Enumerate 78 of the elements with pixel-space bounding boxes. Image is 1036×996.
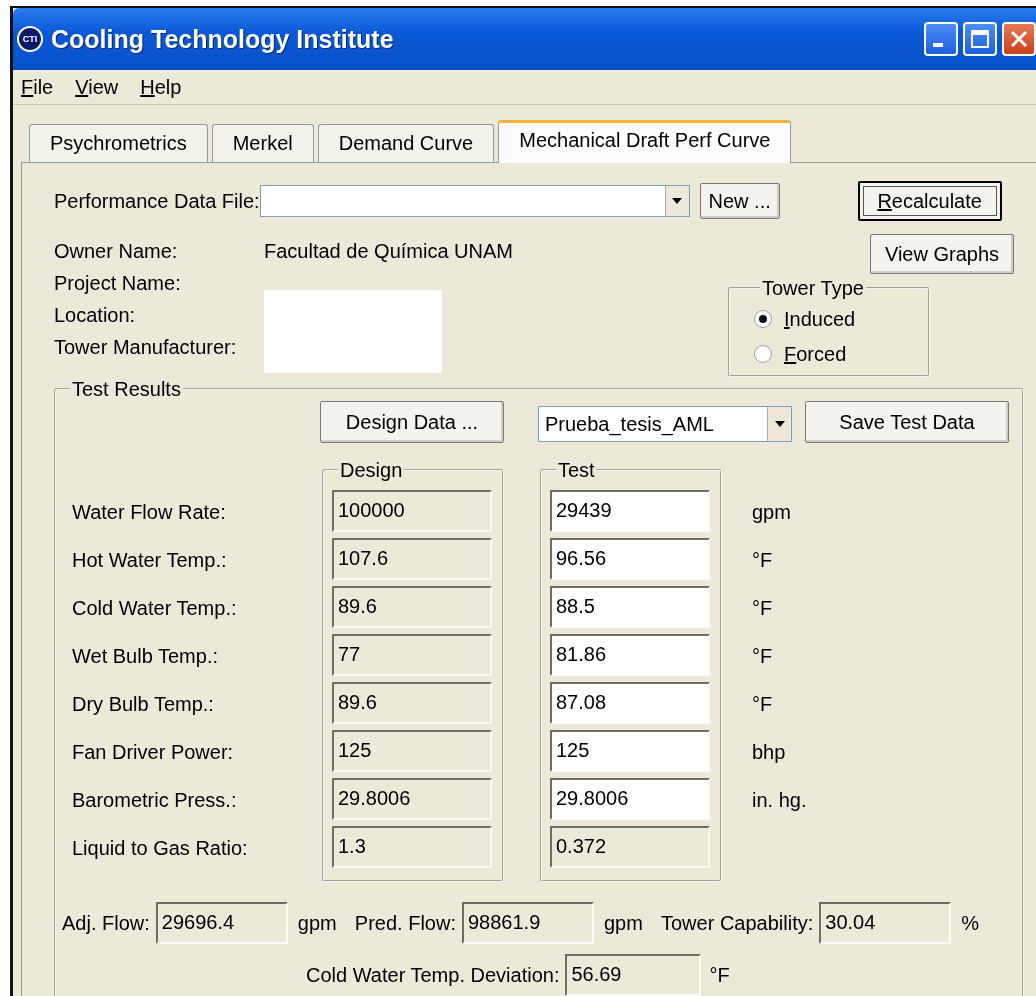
output-field: 56.69 [565, 954, 702, 996]
field-label: Project Name: [54, 271, 182, 295]
unit-label: gpm [752, 499, 792, 525]
radio-label[interactable]: Induced [784, 307, 856, 331]
menu-item[interactable]: Help [140, 75, 182, 99]
field-label: Location: [54, 303, 137, 327]
unit-label: in. hg. [752, 787, 807, 813]
group-title: Test [557, 459, 596, 481]
save-test-data-button[interactable]: Save Test Data [805, 401, 1009, 443]
unit-label: °F [752, 595, 774, 621]
test-field[interactable]: 88.5 [550, 586, 710, 628]
output-label: Pred. Flow: [354, 911, 456, 935]
test-dropdown[interactable]: Prueba_tesis_AML [538, 406, 792, 442]
radio-button[interactable] [754, 310, 772, 328]
radio-button[interactable] [754, 345, 772, 363]
field-value: Facultad de Química UNAM [264, 239, 514, 263]
unit-label: bhp [752, 739, 787, 765]
minimize-icon [933, 43, 943, 47]
design-field: 125 [332, 730, 492, 772]
tab[interactable]: Psychrometrics [29, 124, 208, 162]
unit-label: °F [752, 691, 774, 717]
test-field[interactable]: 96.56 [550, 538, 710, 580]
test-field[interactable]: 87.08 [550, 682, 710, 724]
row-label: Barometric Press.: [72, 787, 238, 813]
unit-label: % [961, 911, 981, 935]
group-title: Test Results [71, 378, 182, 400]
design-field: 29.8006 [332, 778, 492, 820]
design-field: 1.3 [332, 826, 492, 868]
unit-label: °F [752, 643, 774, 669]
window-title: Cooling Technology Institute [51, 24, 394, 54]
tab[interactable]: Demand Curve [317, 124, 495, 162]
maximize-button[interactable] [963, 22, 997, 56]
design-field: 89.6 [332, 586, 492, 628]
text-field[interactable] [264, 290, 442, 373]
design-data-button[interactable]: Design Data ... [320, 401, 504, 443]
test-field[interactable]: 29439 [550, 490, 710, 532]
app-logo: CTI [17, 26, 43, 52]
test-field: 0.372 [550, 826, 710, 868]
view-graphs-button[interactable]: View Graphs [870, 234, 1014, 274]
dropdown-value: Prueba_tesis_AML [545, 412, 714, 436]
unit-label: gpm [603, 911, 644, 935]
unit-label: °F [752, 547, 774, 573]
minimize-button[interactable] [924, 22, 958, 56]
radio-label[interactable]: Forced [784, 342, 847, 366]
output-field: 98861.9 [461, 902, 594, 944]
field-label: Performance Data File: [54, 189, 260, 213]
row-label: Hot Water Temp.: [72, 547, 228, 573]
field-label: Tower Manufacturer: [54, 335, 238, 359]
output-field: 30.04 [819, 902, 952, 944]
menu-item[interactable]: View [75, 75, 119, 99]
design-field: 100000 [332, 490, 492, 532]
output-label: Cold Water Temp. Deviation: [306, 963, 560, 987]
row-label: Liquid to Gas Ratio: [72, 835, 249, 861]
unit-label: gpm [297, 911, 338, 935]
design-field: 77 [332, 634, 492, 676]
field-label: Owner Name: [54, 239, 179, 263]
row-label: Fan Driver Power: [72, 739, 235, 765]
output-label: Tower Capability: [660, 911, 814, 935]
design-field: 89.6 [332, 682, 492, 724]
row-label: Water Flow Rate: [72, 499, 227, 525]
recalculate-button[interactable]: Recalculate [857, 181, 1002, 221]
row-label: Dry Bulb Temp.: [72, 691, 215, 717]
row-label: Cold Water Temp.: [72, 595, 238, 621]
design-field: 107.6 [332, 538, 492, 580]
tab[interactable]: Merkel [211, 124, 314, 162]
close-button[interactable] [1002, 22, 1036, 56]
test-field[interactable]: 125 [550, 730, 710, 772]
output-field: 29696.4 [155, 902, 288, 944]
test-field[interactable]: 29.8006 [550, 778, 710, 820]
row-label: Wet Bulb Temp.: [72, 643, 219, 669]
tab[interactable]: Mechanical Draft Perf Curve [498, 120, 792, 163]
test-field[interactable]: 81.86 [550, 634, 710, 676]
new-button[interactable]: New ... [699, 183, 780, 219]
group-title: Design [339, 459, 404, 481]
output-label: Adj. Flow: [62, 911, 150, 935]
group-title: Tower Type [761, 277, 865, 299]
unit-label: °F [709, 963, 730, 987]
menu-item[interactable]: File [21, 75, 54, 99]
